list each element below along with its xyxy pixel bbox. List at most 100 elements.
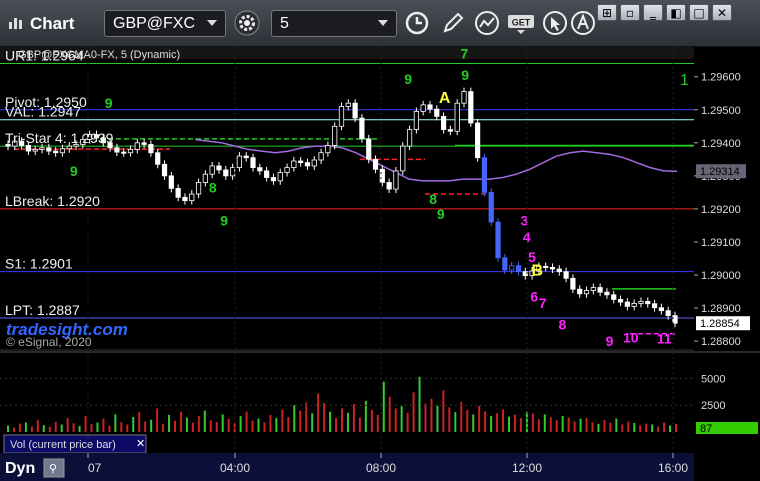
level-label: UR1: 1.2964 xyxy=(5,48,84,64)
watermark-copyright: © eSignal, 2020 xyxy=(6,335,92,349)
candle-body xyxy=(332,125,338,146)
level-label: VAL: 1.2947 xyxy=(5,104,81,120)
volume-label: Vol (current price bar) xyxy=(10,439,116,451)
candle-body xyxy=(597,287,603,293)
candle-body xyxy=(638,301,644,304)
alert-icon[interactable] xyxy=(570,10,596,36)
sequence-count-label: 6 xyxy=(530,288,538,304)
study-chart-icon[interactable] xyxy=(474,10,500,36)
candle-body xyxy=(127,149,134,154)
candle-body xyxy=(406,129,413,147)
time-tick-label: 12:00 xyxy=(512,461,542,475)
candle-body xyxy=(366,138,372,160)
pencil-icon[interactable] xyxy=(440,10,466,36)
candle-body xyxy=(583,290,590,295)
candle-body xyxy=(250,157,256,169)
time-axis-bg xyxy=(0,453,694,481)
candle-body xyxy=(617,299,624,303)
sequence-count-label: 10 xyxy=(623,330,639,346)
candle-body xyxy=(372,158,379,170)
restore-icon: ▫ xyxy=(625,6,635,20)
candle-body xyxy=(168,175,174,189)
candle-body xyxy=(461,91,467,104)
restore-button[interactable]: ▫ xyxy=(620,4,640,21)
candle-body xyxy=(427,104,433,110)
pane-number: 1 xyxy=(680,72,689,89)
candle-body xyxy=(257,167,263,172)
sequence-count-label: 5 xyxy=(528,249,536,265)
candle-body xyxy=(53,150,59,154)
sequence-count-label: 8 xyxy=(559,317,567,333)
volume-label-close-icon[interactable]: ✕ xyxy=(136,438,145,450)
candle-body xyxy=(161,163,168,177)
sequence-count-label: 7 xyxy=(539,295,547,311)
snap-left-button[interactable]: ◧ xyxy=(666,4,686,21)
candle-body xyxy=(59,148,66,154)
candle-body xyxy=(175,188,181,198)
sequence-count-label: 11 xyxy=(657,331,672,347)
candle-body xyxy=(658,307,664,312)
candle-body xyxy=(509,265,515,271)
volume-tick-label: 2500 xyxy=(701,400,725,412)
candle-body xyxy=(243,155,249,159)
interval-select[interactable]: 5 xyxy=(271,10,397,37)
price-chart[interactable]: GBP@FXCMA0-FX, 5 (Dynamic) UR1: 1.2964Pi… xyxy=(0,47,760,481)
candle-body xyxy=(577,288,583,295)
chevron-down-icon xyxy=(207,20,217,26)
candle-body xyxy=(475,122,481,159)
candle-body xyxy=(264,170,270,178)
symbol-select[interactable]: GBP@FXC xyxy=(104,10,226,37)
candle-body xyxy=(46,147,52,152)
annotation-marker: B xyxy=(532,263,544,280)
chevron-down-icon xyxy=(378,20,388,26)
level-label: S1: 1.2901 xyxy=(5,256,73,272)
chart-app-icon xyxy=(9,18,22,29)
gear-icon[interactable] xyxy=(234,10,260,36)
candle-body xyxy=(359,117,365,140)
candle-body xyxy=(502,257,508,271)
candle-body xyxy=(318,152,324,161)
candle-body xyxy=(665,310,671,317)
candle-body xyxy=(114,147,120,153)
candle-body xyxy=(209,165,215,175)
candle-body xyxy=(631,303,637,307)
sequence-count-label: 9 xyxy=(461,67,469,83)
candle-body xyxy=(624,301,630,307)
cursor-icon[interactable] xyxy=(542,10,568,36)
last-price-tag: 1.28854 xyxy=(700,318,740,330)
candle-body xyxy=(543,265,549,268)
window-title: Chart xyxy=(30,14,75,33)
candle-body xyxy=(39,147,45,150)
candle-body xyxy=(651,303,658,309)
time-tick-label: 07 xyxy=(88,461,102,475)
candle-body xyxy=(291,160,297,169)
clock-icon[interactable] xyxy=(404,10,430,36)
sequence-count-label: 9 xyxy=(105,95,113,111)
candle-body xyxy=(202,173,208,183)
candle-body xyxy=(66,145,72,150)
candle-body xyxy=(236,155,243,169)
price-tick-label: 1.28800 xyxy=(701,336,741,348)
symbol-value: GBP@FXC xyxy=(113,15,196,32)
candle-body xyxy=(230,167,236,177)
candle-body xyxy=(563,271,569,279)
maximize-icon: □ xyxy=(693,6,705,20)
sequence-count-label: 9 xyxy=(220,212,228,228)
candle-body xyxy=(195,182,202,195)
sequence-count-label: 9 xyxy=(606,333,614,349)
candle-body xyxy=(386,182,392,190)
ma-value-tag: 1.29314 xyxy=(700,166,740,178)
minimize-button[interactable]: ‗ xyxy=(643,4,663,21)
level-label: Tri-Star 4: 1.2939 xyxy=(5,130,114,146)
link-button[interactable]: ⊞ xyxy=(597,4,617,21)
candle-body xyxy=(570,277,576,290)
maximize-button[interactable]: □ xyxy=(689,4,709,21)
close-button[interactable]: ✕ xyxy=(712,4,732,21)
candle-body xyxy=(223,169,229,177)
link-icon: ⊞ xyxy=(601,6,613,20)
candle-body xyxy=(393,170,399,190)
candle-body xyxy=(134,142,140,150)
interval-value: 5 xyxy=(280,15,289,32)
candle-body xyxy=(121,151,127,154)
get-data-icon[interactable]: GET xyxy=(506,10,536,36)
